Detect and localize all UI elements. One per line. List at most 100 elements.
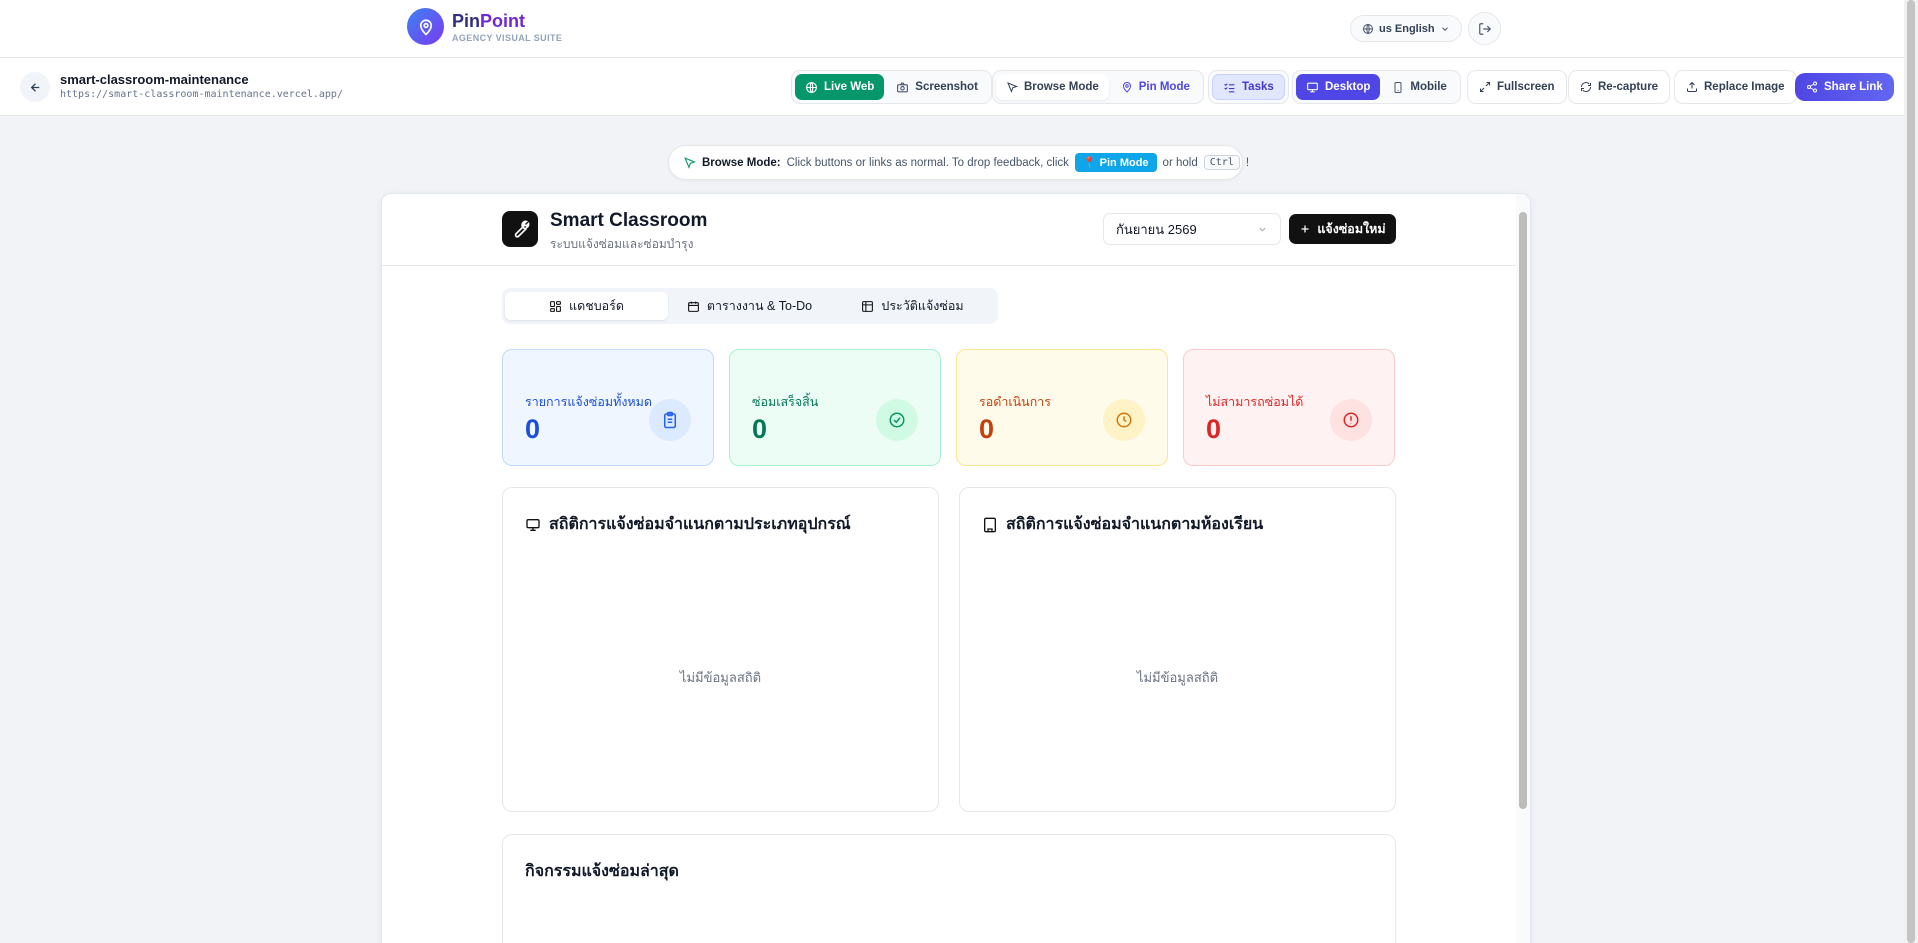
preview-viewport[interactable]: Smart Classroom ระบบแจ้งซ่อมและซ่อมบำรุง… bbox=[381, 193, 1531, 943]
tasks-label: Tasks bbox=[1242, 81, 1274, 93]
app-subtitle: ระบบแจ้งซ่อมและซ่อมบำรุง bbox=[550, 237, 694, 251]
scrollbar-thumb[interactable] bbox=[1519, 212, 1527, 809]
monitor-icon bbox=[525, 517, 541, 533]
tab-history[interactable]: ประวัติแจ้งซ่อม bbox=[831, 292, 994, 320]
stat-card-total: รายการแจ้งซ่อมทั้งหมด 0 bbox=[502, 349, 714, 466]
stat-card-pending: รอดำเนินการ 0 bbox=[956, 349, 1168, 466]
cursor-icon bbox=[1006, 81, 1018, 93]
tab-schedule-label: ตารางงาน & To-Do bbox=[706, 299, 813, 313]
panel-title-text: สถิติการแจ้งซ่อมจำแนกตามห้องเรียน bbox=[1006, 516, 1264, 533]
hint-label: Browse Mode: bbox=[702, 156, 781, 169]
camera-icon bbox=[896, 81, 909, 94]
clock-icon bbox=[1103, 399, 1145, 441]
browse-mode-label: Browse Mode bbox=[1024, 81, 1099, 93]
device-stats-panel: สถิติการแจ้งซ่อมจำแนกตามประเภทอุปกรณ์ ไม… bbox=[502, 487, 939, 812]
share-icon bbox=[1806, 81, 1818, 93]
new-report-label: แจ้งซ่อมใหม่ bbox=[1317, 222, 1386, 236]
brand-name: PinPoint bbox=[452, 10, 526, 31]
recapture-button[interactable]: Re-capture bbox=[1568, 70, 1671, 104]
viewport-scrollbar[interactable] bbox=[1516, 194, 1530, 943]
check-circle-icon bbox=[876, 399, 918, 441]
stat-card-completed: ซ่อมเสร็จสิ้น 0 bbox=[729, 349, 941, 466]
clipboard-icon bbox=[649, 399, 691, 441]
replace-image-button[interactable]: Replace Image bbox=[1674, 70, 1797, 104]
smartphone-icon bbox=[1392, 81, 1404, 94]
language-label: us English bbox=[1379, 22, 1435, 35]
globe-icon bbox=[805, 81, 818, 94]
logout-button[interactable] bbox=[1468, 12, 1501, 45]
logout-icon bbox=[1478, 22, 1492, 36]
tab-history-label: ประวัติแจ้งซ่อม bbox=[881, 299, 964, 313]
wrench-icon bbox=[502, 211, 538, 247]
empty-state: ไม่มีข้อมูลสถิติ bbox=[1136, 670, 1219, 685]
tab-dashboard-label: แดชบอร์ด bbox=[569, 299, 624, 313]
hint-or-hold: or hold bbox=[1162, 156, 1198, 169]
panel-title: สถิติการแจ้งซ่อมจำแนกตามประเภทอุปกรณ์ bbox=[525, 512, 851, 537]
arrow-left-icon bbox=[29, 81, 42, 94]
ctrl-key: Ctrl bbox=[1203, 155, 1240, 170]
alert-circle-icon bbox=[1330, 399, 1372, 441]
empty-state: ไม่มีข้อมูลสถิติ bbox=[679, 670, 762, 685]
app-header: Smart Classroom ระบบแจ้งซ่อมและซ่อมบำรุง… bbox=[382, 194, 1518, 266]
month-value: กันยายน 2569 bbox=[1116, 221, 1197, 237]
dashboard-icon bbox=[549, 300, 562, 313]
live-web-button[interactable]: Live Web bbox=[795, 74, 885, 100]
app-topbar: PinPoint AGENCY VISUAL SUITE us English bbox=[0, 0, 1918, 58]
panel-title: กิจกรรมแจ้งซ่อมล่าสุด bbox=[525, 859, 679, 884]
upload-icon bbox=[1686, 81, 1698, 93]
tasks-button[interactable]: Tasks bbox=[1212, 74, 1285, 100]
mode-toggle: Browse Mode Pin Mode bbox=[992, 70, 1204, 104]
monitor-icon bbox=[1306, 81, 1319, 94]
desktop-button[interactable]: Desktop bbox=[1296, 74, 1381, 100]
mobile-label: Mobile bbox=[1410, 81, 1447, 93]
screenshot-button[interactable]: Screenshot bbox=[886, 74, 988, 100]
app-title: Smart Classroom bbox=[550, 210, 708, 231]
hint-end: ! bbox=[1245, 156, 1250, 169]
back-button[interactable] bbox=[20, 72, 50, 102]
live-web-label: Live Web bbox=[824, 81, 875, 93]
project-url[interactable]: https://smart-classroom-maintenance.verc… bbox=[60, 89, 343, 100]
list-checks-icon bbox=[1223, 81, 1236, 94]
plus-icon bbox=[1299, 223, 1311, 235]
share-link-label: Share Link bbox=[1824, 81, 1883, 93]
pin-mode-label: Pin Mode bbox=[1138, 81, 1190, 93]
hint-text: Click buttons or links as normal. To dro… bbox=[786, 156, 1069, 169]
pin-mode-button[interactable]: Pin Mode bbox=[1111, 74, 1200, 100]
panel-title-text: กิจกรรมแจ้งซ่อมล่าสุด bbox=[525, 863, 679, 880]
scrollbar-thumb[interactable] bbox=[1907, 0, 1915, 943]
pin-mode-chip: 📍 Pin Mode bbox=[1074, 153, 1157, 172]
mobile-button[interactable]: Mobile bbox=[1382, 74, 1456, 100]
replace-image-label: Replace Image bbox=[1704, 81, 1785, 93]
map-pin-icon bbox=[1121, 81, 1133, 93]
expand-icon bbox=[1479, 81, 1491, 93]
chevron-down-icon bbox=[1257, 224, 1268, 235]
panel-title: สถิติการแจ้งซ่อมจำแนกตามห้องเรียน bbox=[982, 512, 1263, 537]
panel-title-text: สถิติการแจ้งซ่อมจำแนกตามประเภทอุปกรณ์ bbox=[549, 516, 851, 533]
project-name: smart-classroom-maintenance bbox=[60, 72, 249, 87]
pin-logo-icon bbox=[407, 8, 444, 45]
desktop-label: Desktop bbox=[1325, 81, 1371, 93]
screenshot-label: Screenshot bbox=[915, 81, 978, 93]
source-toggle: Live Web Screenshot bbox=[791, 70, 992, 104]
stat-card-unrepairable: ไม่สามารถซ่อมได้ 0 bbox=[1183, 349, 1395, 466]
chevron-down-icon bbox=[1440, 24, 1450, 34]
page-scrollbar[interactable] bbox=[1904, 0, 1918, 943]
cursor-icon bbox=[683, 156, 696, 169]
brand-subtitle: AGENCY VISUAL SUITE bbox=[452, 32, 563, 43]
app-tabs: แดชบอร์ด ตารางงาน & To-Do ประวัติแจ้งซ่อ… bbox=[502, 288, 998, 324]
device-toggle: Desktop Mobile bbox=[1292, 70, 1461, 104]
fullscreen-label: Fullscreen bbox=[1497, 81, 1555, 93]
browse-mode-hint: Browse Mode: Click buttons or links as n… bbox=[668, 145, 1249, 180]
brand[interactable]: PinPoint AGENCY VISUAL SUITE bbox=[407, 8, 562, 45]
share-link-button[interactable]: Share Link bbox=[1795, 73, 1894, 101]
calendar-icon bbox=[687, 300, 700, 313]
browse-mode-button[interactable]: Browse Mode bbox=[996, 74, 1109, 100]
language-selector[interactable]: us English bbox=[1350, 15, 1462, 42]
tab-schedule[interactable]: ตารางงาน & To-Do bbox=[668, 292, 831, 320]
month-select[interactable]: กันยายน 2569 bbox=[1103, 213, 1281, 245]
tab-dashboard[interactable]: แดชบอร์ด bbox=[505, 292, 668, 320]
recapture-label: Re-capture bbox=[1598, 81, 1659, 93]
fullscreen-button[interactable]: Fullscreen bbox=[1467, 70, 1567, 104]
new-report-button[interactable]: แจ้งซ่อมใหม่ bbox=[1289, 214, 1396, 244]
table-icon bbox=[861, 300, 874, 313]
